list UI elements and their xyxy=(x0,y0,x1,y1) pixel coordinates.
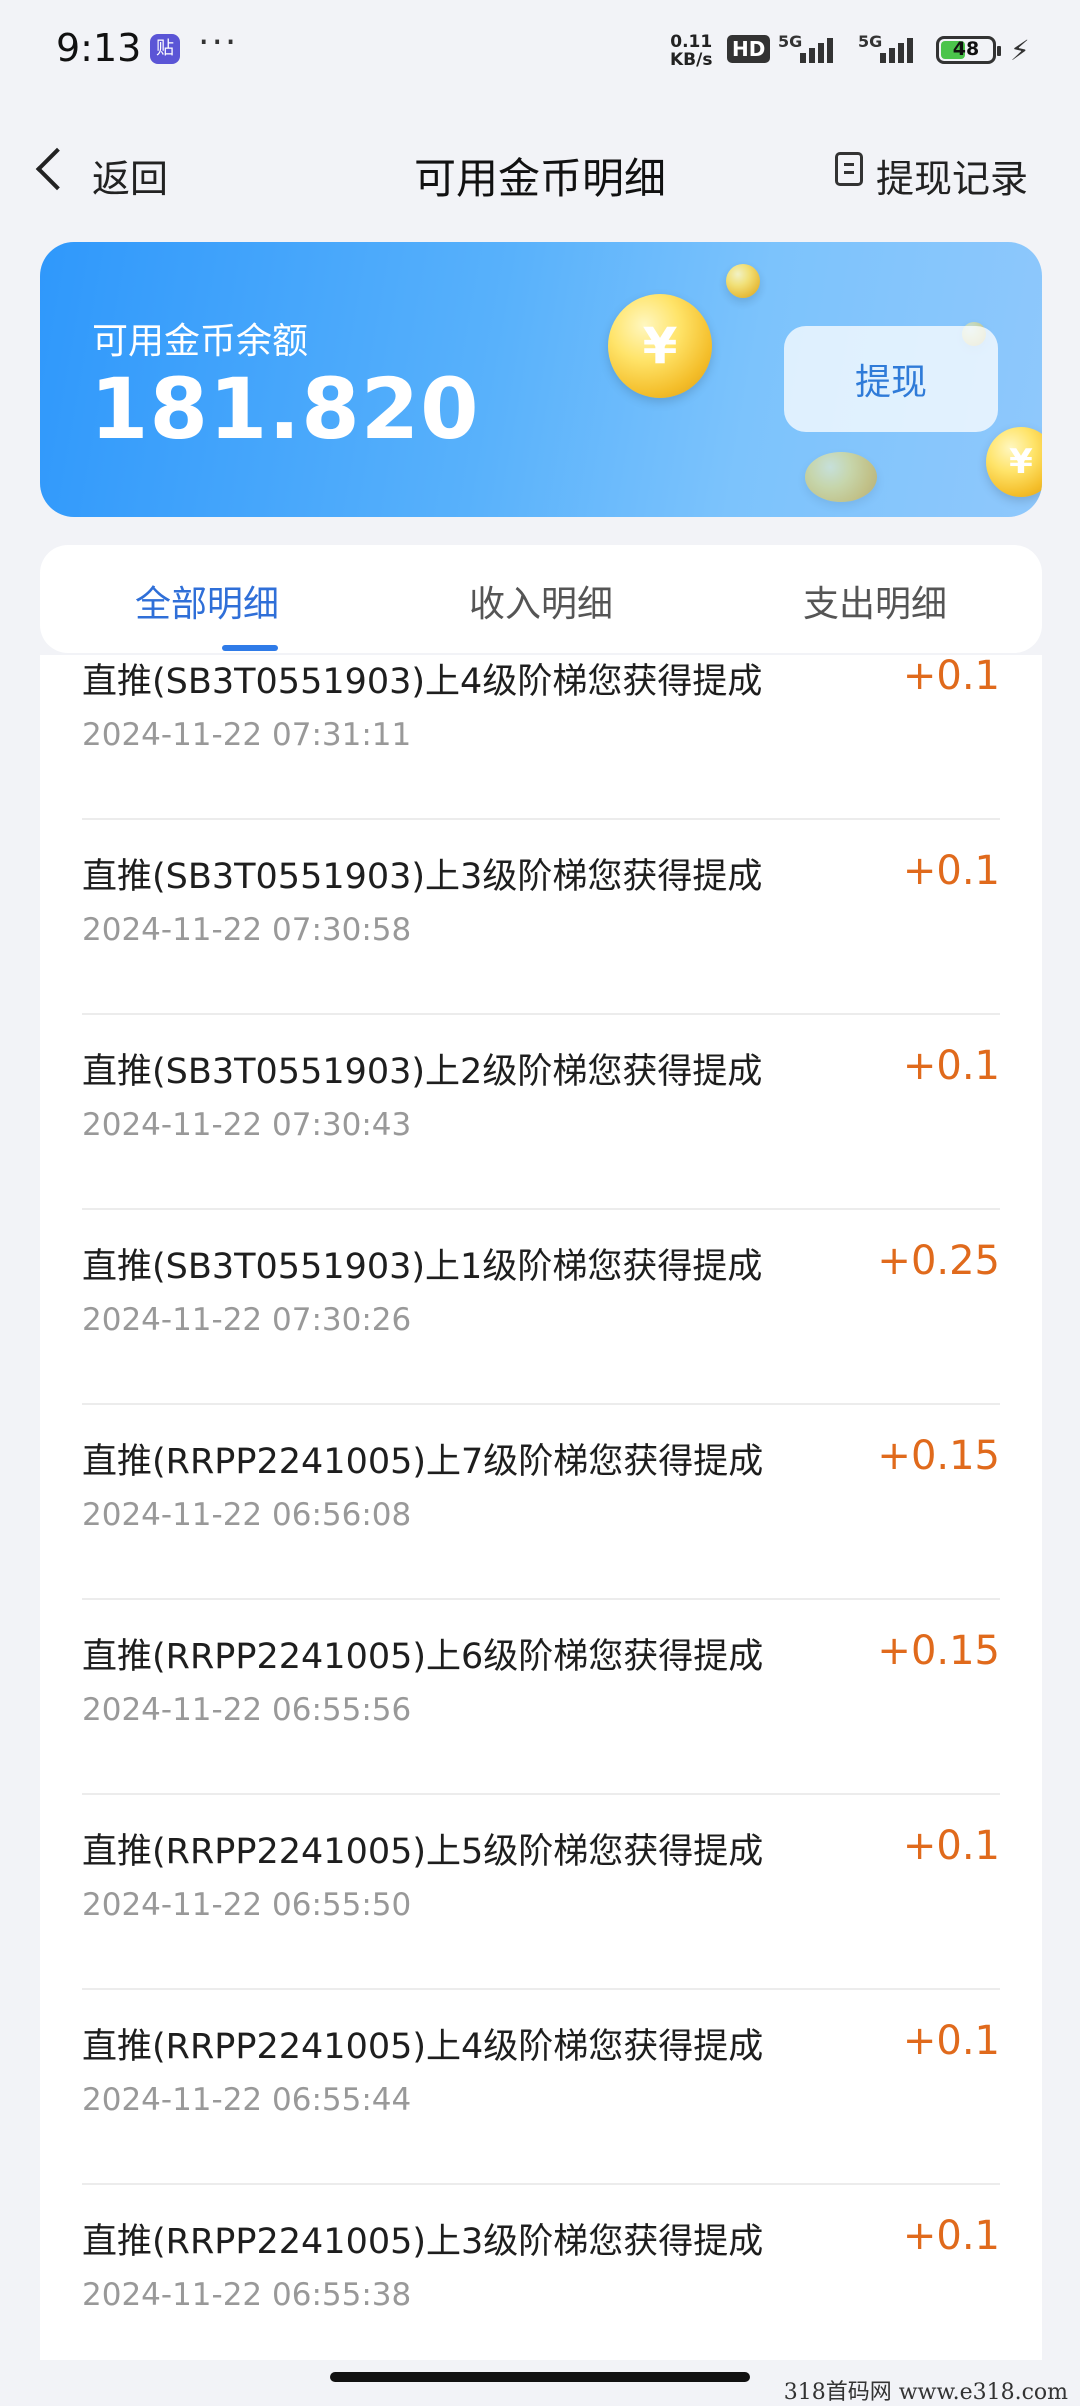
more-notifications-icon: ··· xyxy=(198,22,239,63)
list-item[interactable]: 直推(SB3T0551903)上3级阶梯您获得提成 2024-11-22 07:… xyxy=(82,820,1000,1015)
coin-icon-blur xyxy=(805,452,877,502)
status-time: 9:13 xyxy=(56,26,142,70)
transaction-time: 2024-11-22 06:55:50 xyxy=(82,1887,412,1923)
home-indicator[interactable] xyxy=(330,2372,750,2382)
network-speed-value: 0.11 xyxy=(670,32,713,52)
withdraw-button[interactable]: 提现 xyxy=(784,326,998,432)
list-item[interactable]: 直推(RRPP2241005)上7级阶梯您获得提成 2024-11-22 06:… xyxy=(82,1405,1000,1600)
transaction-title: 直推(SB3T0551903)上1级阶梯您获得提成 xyxy=(82,1247,763,1287)
list-item[interactable]: 直推(SB3T0551903)上2级阶梯您获得提成 2024-11-22 07:… xyxy=(82,1015,1000,1210)
balance-card: 可用金币余额 181.820 ¥ ¥ 提现 xyxy=(40,242,1042,517)
watermark: 318首码网 www.e318.com xyxy=(783,2380,1068,2405)
charging-icon: ⚡ xyxy=(1010,34,1030,67)
battery-level: 48 xyxy=(952,38,980,60)
transaction-time: 2024-11-22 06:56:08 xyxy=(82,1497,412,1533)
list-item[interactable]: 直推(SB3T0551903)上4级阶梯您获得提成 2024-11-22 07:… xyxy=(82,655,1000,820)
withdraw-record-button[interactable]: 提现记录 xyxy=(876,148,1028,203)
transaction-title: 直推(RRPP2241005)上7级阶梯您获得提成 xyxy=(82,1442,764,1482)
balance-label: 可用金币余额 xyxy=(92,321,309,362)
status-bar: 9:13 贴 ··· 0.11 KB/s HD 5G 5G 48 ⚡ xyxy=(0,0,1080,100)
transaction-time: 2024-11-22 06:55:38 xyxy=(82,2277,412,2313)
tab-expense[interactable]: 支出明细 xyxy=(708,575,1042,627)
transaction-time: 2024-11-22 07:30:58 xyxy=(82,912,412,948)
tab-bar: 全部明细 收入明细 支出明细 xyxy=(40,545,1042,653)
record-icon[interactable] xyxy=(835,152,863,186)
transaction-time: 2024-11-22 07:31:11 xyxy=(82,717,412,753)
nav-bar: 返回 可用金币明细 提现记录 xyxy=(0,130,1080,220)
transaction-title: 直推(RRPP2241005)上6级阶梯您获得提成 xyxy=(82,1637,764,1677)
transaction-time: 2024-11-22 07:30:26 xyxy=(82,1302,412,1338)
transaction-title: 直推(RRPP2241005)上5级阶梯您获得提成 xyxy=(82,1832,764,1872)
hd-icon: HD xyxy=(727,35,771,63)
network-type-label-2: 5G xyxy=(858,32,883,51)
list-item[interactable]: 直推(RRPP2241005)上6级阶梯您获得提成 2024-11-22 06:… xyxy=(82,1600,1000,1795)
network-speed: 0.11 KB/s xyxy=(670,33,712,69)
transaction-list: 直推(SB3T0551903)上4级阶梯您获得提成 2024-11-22 07:… xyxy=(40,655,1042,2360)
transaction-amount: +0.25 xyxy=(877,1238,1000,1284)
transaction-time: 2024-11-22 06:55:44 xyxy=(82,2082,412,2118)
signal-icon-2: 5G xyxy=(858,32,918,68)
transaction-amount: +0.15 xyxy=(877,1433,1000,1479)
active-tab-indicator xyxy=(222,645,278,651)
battery-icon: 48 xyxy=(936,36,1001,64)
list-item[interactable]: 直推(RRPP2241005)上5级阶梯您获得提成 2024-11-22 06:… xyxy=(82,1795,1000,1990)
transaction-amount: +0.1 xyxy=(902,1043,1000,1089)
transaction-amount: +0.1 xyxy=(902,655,1000,699)
transaction-title: 直推(SB3T0551903)上4级阶梯您获得提成 xyxy=(82,662,763,702)
transaction-title: 直推(SB3T0551903)上2级阶梯您获得提成 xyxy=(82,1052,763,1092)
transaction-time: 2024-11-22 07:30:43 xyxy=(82,1107,412,1143)
signal-icon: 5G xyxy=(778,32,838,68)
transaction-amount: +0.15 xyxy=(877,1628,1000,1674)
coin-icon-small xyxy=(726,264,760,298)
tab-income[interactable]: 收入明细 xyxy=(374,575,708,627)
network-speed-unit: KB/s xyxy=(670,50,713,70)
transaction-amount: +0.1 xyxy=(902,2018,1000,2064)
list-item[interactable]: 直推(SB3T0551903)上1级阶梯您获得提成 2024-11-22 07:… xyxy=(82,1210,1000,1405)
list-item[interactable]: 直推(RRPP2241005)上4级阶梯您获得提成 2024-11-22 06:… xyxy=(82,1990,1000,2185)
transaction-amount: +0.1 xyxy=(902,848,1000,894)
coin-icon-right: ¥ xyxy=(986,427,1042,497)
transaction-amount: +0.1 xyxy=(902,1823,1000,1869)
transaction-title: 直推(RRPP2241005)上3级阶梯您获得提成 xyxy=(82,2222,764,2262)
tab-all[interactable]: 全部明细 xyxy=(40,575,374,627)
transaction-title: 直推(SB3T0551903)上3级阶梯您获得提成 xyxy=(82,857,763,897)
transaction-title: 直推(RRPP2241005)上4级阶梯您获得提成 xyxy=(82,2027,764,2067)
coin-icon: ¥ xyxy=(608,294,712,398)
network-type-label: 5G xyxy=(778,32,803,51)
app-notification-icon: 贴 xyxy=(150,34,180,64)
transaction-time: 2024-11-22 06:55:56 xyxy=(82,1692,412,1728)
transaction-amount: +0.1 xyxy=(902,2213,1000,2259)
list-item[interactable]: 直推(RRPP2241005)上3级阶梯您获得提成 2024-11-22 06:… xyxy=(82,2185,1000,2360)
balance-value: 181.820 xyxy=(90,360,480,458)
